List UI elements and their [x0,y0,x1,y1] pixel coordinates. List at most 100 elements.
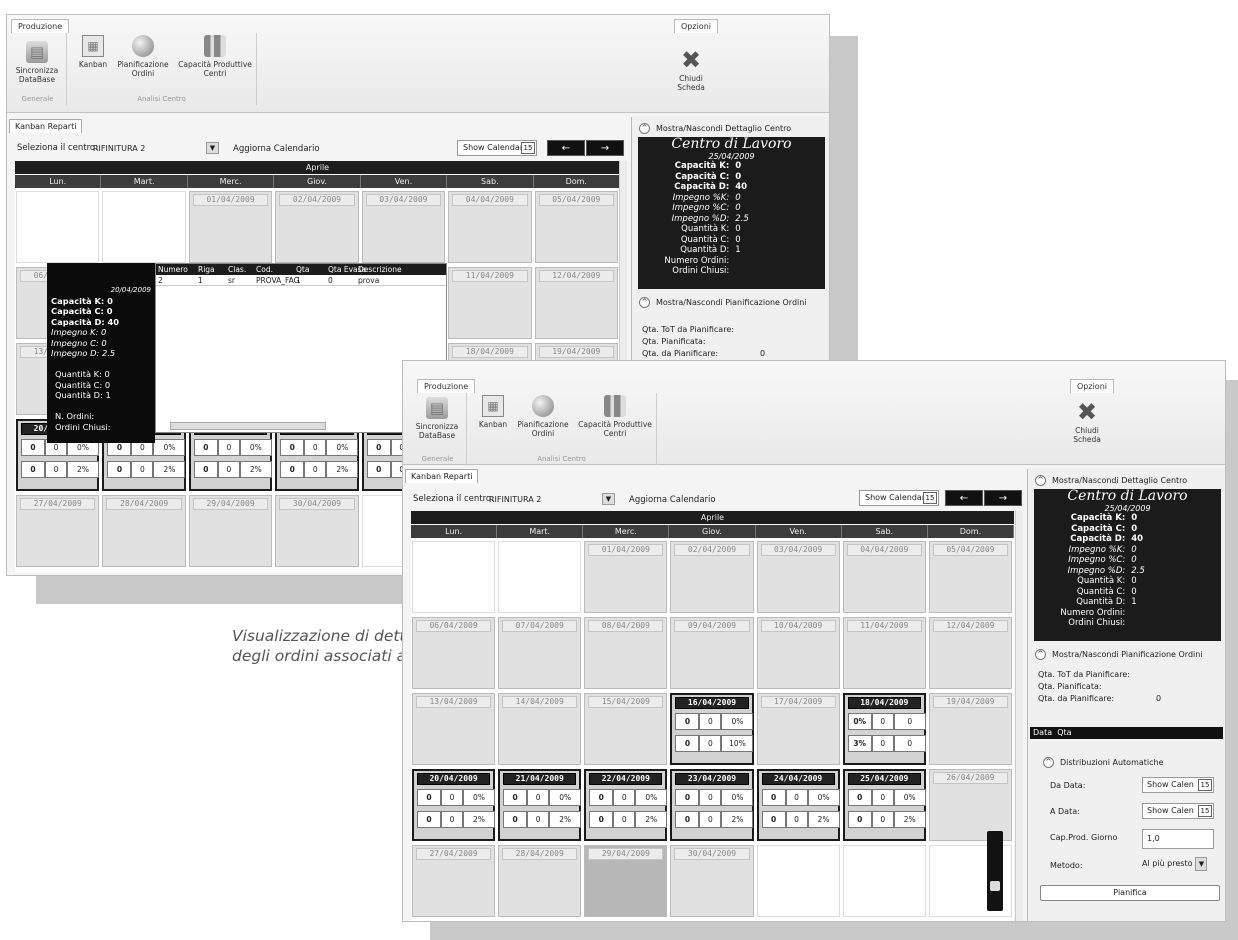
calendar-day-cell[interactable]: 22/04/2009000%002% [584,769,668,841]
toggle-planning[interactable]: ^ Mostra/Nascondi Pianificazione Ordini [636,295,827,310]
prev-button[interactable]: ← [547,140,585,156]
popup-line: Quantità C: 0 [55,379,111,390]
toggle-centro[interactable]: ^ Mostra/Nascondi Dettaglio Centro [636,121,827,136]
center-select[interactable]: RIFINITURA 2 [489,495,541,504]
popup-date: 20/04/2009 [110,286,151,294]
plan-button[interactable]: Pianificazione Ordini [115,35,171,78]
table-cell: 0 [328,276,333,285]
calendar-day-cell[interactable]: 11/04/2009 [842,617,926,689]
calendar-day-cell[interactable]: 28/04/2009 [102,495,186,567]
dropdown-icon[interactable]: ▼ [206,142,219,154]
plan-button[interactable]: Pianificazione Ordini [515,395,571,438]
calendar-day-cell[interactable]: 11/04/2009 [448,267,532,339]
calendar-day-cell[interactable]: 02/04/2009 [670,541,754,613]
calendar-day-cell[interactable]: 02/04/2009 [275,191,359,263]
kanban-tab[interactable]: Kanban Reparti [405,469,479,483]
calendar-day-cell[interactable]: 01/04/2009 [584,541,668,613]
calendar-day-cell[interactable]: 05/04/2009 [534,191,618,263]
center-select[interactable]: RIFINITURA 2 [93,144,145,153]
update-calendar-link[interactable]: Aggiorna Calendario [629,495,716,505]
calendar-day-cell[interactable]: 17/04/2009 [756,693,840,765]
calendar-day-cell[interactable]: 10/04/2009 [756,617,840,689]
calendar-day-cell[interactable]: 27/04/2009 [16,495,100,567]
kanban-value: 0% [239,439,272,456]
popup-lines: Capacità K: 0 Capacità C: 0 Capacità D: 40… [51,296,151,433]
table-row[interactable]: 2 1 sr PROVA_FAG 1 0 prova [156,276,446,286]
horizontal-scrollbar[interactable] [170,422,326,430]
calendar-day-cell[interactable]: 25/04/2009000%002% [842,769,926,841]
calendar-day-cell[interactable]: 04/04/2009 [842,541,926,613]
slider-handle[interactable] [990,881,1000,891]
table-header-cell[interactable]: Qta [296,264,309,275]
next-button[interactable]: → [586,140,624,156]
table-header-cell[interactable]: Descrizione [358,264,402,275]
sync-button[interactable]: ▤ Sincronizza DataBase [11,41,63,84]
close-tab-button[interactable]: ✖ Chiudi Scheda [1067,400,1107,445]
calendar-day-cell[interactable]: 27/04/2009 [412,845,496,917]
pianifica-button[interactable]: Pianifica [1040,885,1220,901]
calendar-day-cell[interactable]: 09/04/2009 [670,617,754,689]
next-button[interactable]: → [984,490,1022,506]
calendar-day-cell[interactable]: 30/04/2009 [670,845,754,917]
table-header-cell[interactable]: Clas. [228,264,246,275]
calendar-day-cell[interactable]: 19/04/2009 [928,693,1012,765]
day-date: 13/04/2009 [416,696,492,708]
calendar-day-cell[interactable]: 16/04/2009 0 0 0% 0 0 10% [670,693,754,765]
metodo-select[interactable]: Al più presto ▼ [1142,857,1208,871]
calendar-day-cell[interactable]: 21/04/2009000%002% [498,769,582,841]
a-data-picker[interactable]: Show Calen 15 [1142,803,1214,819]
show-calendar-button[interactable]: Show Calendar 15 [859,490,939,506]
calendar-day-cell[interactable]: 03/04/2009 [756,541,840,613]
kanban-value: 0 [675,735,700,752]
calendar-day-cell[interactable]: 08/04/2009 [584,617,668,689]
calendar-day-cell[interactable]: 12/04/2009 [534,267,618,339]
close-tab-button[interactable]: ✖ Chiudi Scheda [671,48,711,93]
prev-button[interactable]: ← [945,490,983,506]
calendar-day-cell[interactable]: 13/04/2009 [412,693,496,765]
table-header-cell[interactable]: Cod. [256,264,273,275]
tab-opzioni[interactable]: Opzioni [674,19,718,33]
calendar-icon: 15 [923,492,937,504]
tab-produzione[interactable]: Produzione [11,19,70,33]
calendar-day-cell[interactable]: 18/04/2009 0% 0 0 3% 0 0 [842,693,926,765]
calendar-day-cell[interactable]: 29/04/2009 [188,495,273,567]
kanban-button[interactable]: ▦ Kanban [473,395,513,429]
calendar-day-cell[interactable]: 03/04/2009 [361,191,446,263]
calendar-day-cell[interactable]: 01/04/2009 [188,191,273,263]
calendar-day-cell[interactable]: 14/04/2009 [498,693,582,765]
calendar-day-cell[interactable]: 04/04/2009 [448,191,532,263]
calendar-day-cell[interactable]: 15/04/2009 [584,693,668,765]
tab-opzioni[interactable]: Opzioni [1070,379,1114,393]
calendar-day-cell[interactable]: 06/04/2009 [412,617,496,689]
vertical-scrollbar[interactable] [1015,511,1023,921]
kanban-tab[interactable]: Kanban Reparti [9,119,83,133]
calendar-day-cell[interactable]: 07/04/2009 [498,617,582,689]
capacity-button[interactable]: Capacità Produttive Centri [575,395,655,438]
calendar-day-cell[interactable]: 12/04/2009 [928,617,1012,689]
table-header-cell[interactable]: Numero [158,264,188,275]
da-data-picker[interactable]: Show Calen 15 [1142,777,1214,793]
dropdown-icon[interactable]: ▼ [602,493,615,505]
calendar-day-cell[interactable]: 29/04/2009 [584,845,668,917]
capacity-button[interactable]: Capacità Produttive Centri [175,35,255,78]
sync-button[interactable]: ▤ Sincronizza DataBase [411,397,463,440]
kanban-indicator: 002% [675,811,759,828]
calendar-day-cell[interactable]: 23/04/2009000%002% [670,769,754,841]
calendar-day-cell[interactable]: 30/04/2009 [275,495,359,567]
cap-giorno-input[interactable]: 1,0 [1142,829,1214,849]
kanban-indicator: 002% [417,811,501,828]
calendar-day-cell[interactable]: 24/04/2009000%002% [756,769,840,841]
table-header-cell[interactable]: Riga [198,264,215,275]
calendar-day-cell[interactable]: 28/04/2009 [498,845,582,917]
update-calendar-link[interactable]: Aggiorna Calendario [233,144,320,154]
zoom-slider[interactable] [987,831,1003,911]
calendar-day-cell[interactable]: 05/04/2009 [928,541,1012,613]
chevron-down-icon[interactable]: ▼ [1195,857,1208,871]
tab-produzione[interactable]: Produzione [417,379,476,393]
kanban-value: 0% [893,789,926,806]
day-date: 05/04/2009 [538,194,614,206]
show-calendar-button[interactable]: Show Calendar 15 [457,140,537,156]
kanban-button[interactable]: ▦ Kanban [73,35,113,69]
calendar-day-cell[interactable]: 20/04/2009000%002% [412,769,496,841]
day-date: 05/04/2009 [932,544,1008,556]
